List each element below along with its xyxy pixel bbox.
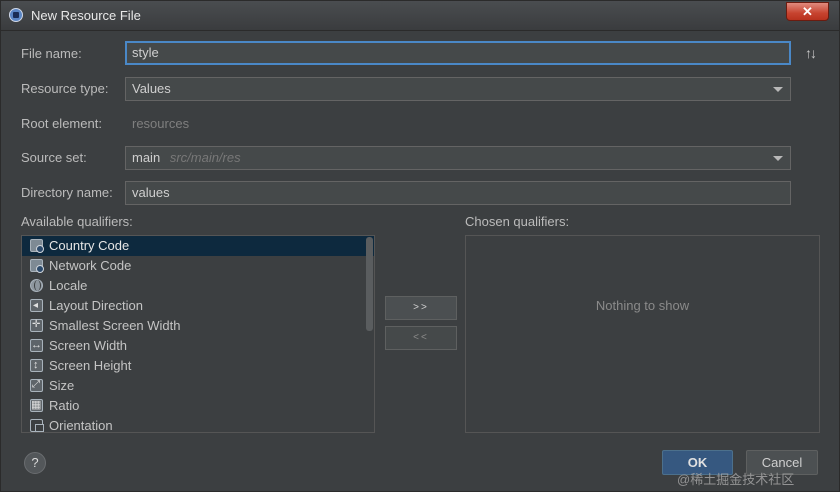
chosen-qualifiers-list[interactable]: Nothing to show: [465, 235, 820, 433]
root-element-value: resources: [132, 116, 190, 131]
source-set-label: Source set:: [21, 150, 87, 165]
chosen-qualifiers-label: Chosen qualifiers:: [465, 214, 570, 229]
list-item-country-code[interactable]: Country Code: [22, 236, 374, 256]
list-item-label: Layout Direction: [49, 298, 143, 313]
sort-icon[interactable]: ↑↓: [805, 45, 817, 61]
list-item-size[interactable]: Size: [22, 375, 374, 396]
list-item-smallest-screen-width[interactable]: Smallest Screen Width: [22, 315, 374, 336]
country-code-icon: [30, 239, 44, 253]
android-studio-icon: [9, 8, 23, 22]
list-item-label: Screen Width: [49, 338, 128, 353]
source-set-path: src/main/res: [169, 150, 241, 165]
list-item-label: Orientation: [49, 418, 113, 433]
screen-width-icon: [30, 335, 43, 355]
watermark: @稀土掘金技术社区: [677, 472, 795, 487]
add-qualifier-button[interactable]: >>: [385, 296, 457, 320]
list-item-locale[interactable]: Locale: [22, 276, 374, 296]
list-item-label: Smallest Screen Width: [49, 318, 181, 333]
list-item-label: Size: [49, 378, 75, 393]
resource-type-dropdown[interactable]: Values: [125, 77, 791, 101]
available-qualifiers-list[interactable]: Country Code Network Code Locale Layout …: [21, 235, 375, 433]
orientation-icon: [30, 419, 44, 432]
list-item-label: Screen Height: [49, 358, 132, 373]
root-element-label: Root element:: [21, 116, 102, 131]
file-name-input[interactable]: style: [125, 41, 791, 65]
list-item-label: Country Code: [49, 238, 130, 253]
list-item-screen-height[interactable]: Screen Height: [22, 355, 374, 376]
title-bar: New Resource File ✕: [1, 1, 839, 31]
new-resource-file-dialog: New Resource File ✕ File name: style ↑↓ …: [0, 0, 840, 492]
list-item-screen-width[interactable]: Screen Width: [22, 335, 374, 356]
list-item-network-code[interactable]: Network Code: [22, 256, 374, 276]
empty-state-text: Nothing to show: [595, 298, 690, 313]
source-set-dropdown[interactable]: main src/main/res: [125, 146, 791, 170]
file-name-label: File name:: [21, 46, 82, 61]
help-button[interactable]: ?: [24, 452, 46, 474]
directory-name-input[interactable]: values: [125, 181, 791, 205]
source-set-value: main: [132, 150, 161, 165]
network-code-icon: [30, 259, 44, 273]
chevron-down-icon: [773, 156, 783, 161]
list-scrollbar[interactable]: [366, 237, 373, 331]
list-item-ratio[interactable]: Ratio: [22, 395, 374, 416]
list-item-label: Network Code: [49, 258, 132, 273]
size-icon: [30, 375, 43, 395]
remove-qualifier-button[interactable]: <<: [385, 326, 457, 350]
list-item-label: Ratio: [49, 398, 80, 413]
resource-type-value: Values: [132, 81, 171, 96]
available-qualifiers-label: Available qualifiers:: [21, 214, 133, 229]
list-item-label: Locale: [49, 278, 88, 293]
resource-type-label: Resource type:: [21, 81, 109, 96]
ratio-icon: [30, 395, 43, 415]
screen-height-icon: [30, 355, 43, 375]
smallest-width-icon: [30, 315, 43, 335]
directory-name-label: Directory name:: [21, 185, 113, 200]
dialog-title: New Resource File: [31, 8, 141, 23]
list-item-orientation[interactable]: Orientation: [22, 416, 374, 433]
chevron-down-icon: [773, 87, 783, 92]
list-item-layout-direction[interactable]: Layout Direction: [22, 296, 374, 316]
close-button[interactable]: ✕: [786, 2, 829, 21]
layout-direction-icon: [30, 296, 43, 316]
globe-icon: [30, 279, 43, 292]
